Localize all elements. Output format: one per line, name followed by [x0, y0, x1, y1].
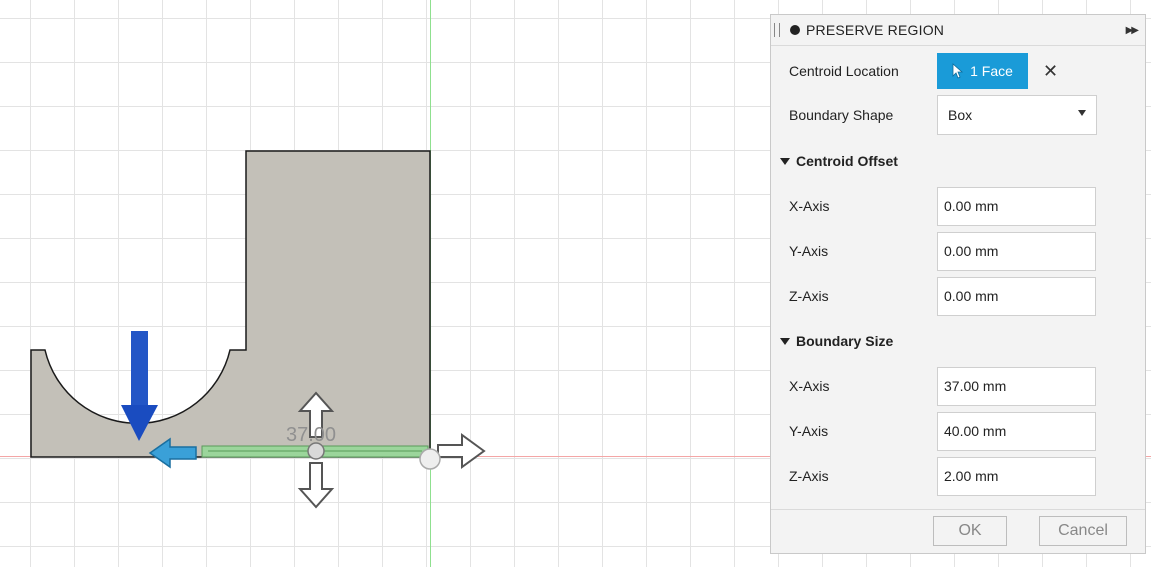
- dimension-label[interactable]: 37.00: [286, 424, 336, 447]
- boundary-size-header[interactable]: Boundary Size: [780, 333, 893, 349]
- size-x-row: X-Axis: [771, 366, 1147, 406]
- size-z-label: Z-Axis: [789, 468, 829, 484]
- chevron-down-icon: [1078, 110, 1086, 116]
- boundary-shape-label: Boundary Shape: [789, 107, 894, 123]
- panel-header[interactable]: PRESERVE REGION ▶▶: [771, 15, 1145, 46]
- cursor-icon: [952, 63, 964, 79]
- offset-x-row: X-Axis: [771, 186, 1147, 226]
- size-x-field[interactable]: [937, 366, 1096, 406]
- size-x-label: X-Axis: [789, 378, 830, 394]
- size-z-field[interactable]: [937, 456, 1096, 496]
- centroid-location-label: Centroid Location: [789, 63, 899, 79]
- model-sketch: [30, 150, 486, 509]
- centroid-offset-title: Centroid Offset: [796, 153, 898, 169]
- dot-icon: [790, 25, 800, 35]
- boundary-shape-select[interactable]: Box: [937, 95, 1097, 135]
- part-body[interactable]: [30, 150, 431, 458]
- offset-x-field[interactable]: [937, 186, 1096, 226]
- offset-z-row: Z-Axis: [771, 276, 1147, 316]
- offset-z-field[interactable]: [937, 276, 1096, 316]
- preserve-region-panel: PRESERVE REGION ▶▶ Centroid Location 1 F…: [770, 14, 1146, 554]
- ok-button[interactable]: OK: [933, 516, 1007, 546]
- offset-y-row: Y-Axis: [771, 231, 1147, 271]
- collapse-triangle-icon: [780, 157, 790, 165]
- down-arrow-manipulator-icon[interactable]: [297, 462, 335, 509]
- close-icon[interactable]: ✕: [1043, 61, 1058, 82]
- grip-icon[interactable]: [774, 23, 780, 37]
- expand-icon[interactable]: ▶▶: [1126, 25, 1139, 36]
- size-y-row: Y-Axis: [771, 411, 1147, 451]
- size-y-label: Y-Axis: [789, 423, 829, 439]
- cancel-button[interactable]: Cancel: [1039, 516, 1127, 546]
- collapse-triangle-icon: [780, 337, 790, 345]
- size-z-row: Z-Axis: [771, 456, 1147, 496]
- right-arrow-manipulator-icon[interactable]: [437, 433, 486, 469]
- centroid-location-row: Centroid Location 1 Face ✕: [771, 51, 1147, 91]
- offset-x-label: X-Axis: [789, 198, 830, 214]
- boundary-shape-row: Boundary Shape Box: [771, 95, 1147, 135]
- face-select-button[interactable]: 1 Face: [937, 53, 1028, 89]
- end-handle[interactable]: [419, 448, 441, 470]
- boundary-shape-value: Box: [948, 107, 973, 123]
- offset-y-field[interactable]: [937, 231, 1096, 271]
- size-y-field[interactable]: [937, 411, 1096, 451]
- centroid-offset-header[interactable]: Centroid Offset: [780, 153, 898, 169]
- panel-title: PRESERVE REGION: [806, 22, 945, 38]
- panel-footer: OK Cancel: [771, 509, 1145, 554]
- face-select-label: 1 Face: [970, 63, 1013, 79]
- offset-z-label: Z-Axis: [789, 288, 829, 304]
- boundary-size-title: Boundary Size: [796, 333, 894, 349]
- offset-y-label: Y-Axis: [789, 243, 829, 259]
